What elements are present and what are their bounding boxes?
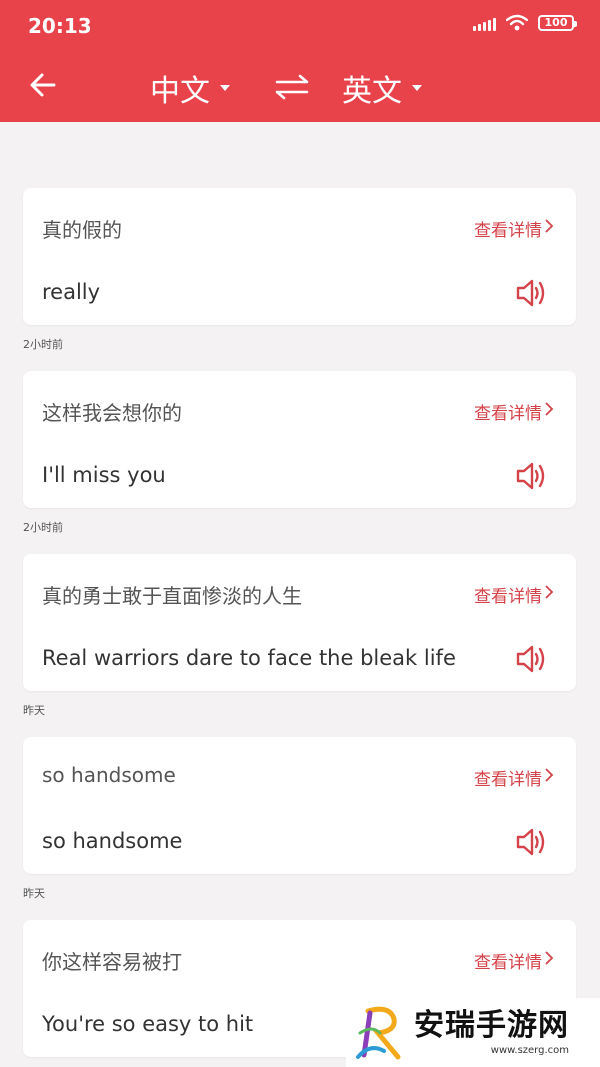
watermark: 安瑞手游网 www.szerg.com	[346, 998, 600, 1067]
translation-text: really	[42, 280, 101, 304]
chevron-right-icon[interactable]	[544, 218, 554, 234]
translation-text: so handsome	[42, 829, 183, 853]
history-card[interactable]: so handsome 查看详情 so handsome	[23, 737, 576, 874]
history-time: 昨天	[23, 704, 45, 717]
history-time: 2小时前	[23, 338, 63, 351]
source-text: 你这样容易被打	[42, 950, 182, 974]
status-icons: 100	[473, 14, 577, 32]
view-details-link[interactable]: 查看详情	[474, 765, 542, 790]
watermark-title: 安瑞手游网	[414, 1008, 569, 1043]
history-time: 昨天	[23, 887, 45, 900]
chevron-right-icon[interactable]	[544, 584, 554, 600]
target-language-select[interactable]: 英文	[342, 66, 422, 110]
history-card[interactable]: 真的勇士敢于直面惨淡的人生 查看详情 Real warriors dare to…	[23, 554, 576, 691]
back-arrow-icon[interactable]	[26, 68, 60, 102]
translation-text: You're so easy to hit	[42, 1012, 254, 1036]
view-details-link[interactable]: 查看详情	[474, 216, 542, 241]
view-details-link[interactable]: 查看详情	[474, 948, 542, 973]
app-header: 20:13 100 中文 英文	[0, 0, 600, 122]
watermark-url: www.szerg.com	[490, 1045, 569, 1056]
view-details-link[interactable]: 查看详情	[474, 399, 542, 424]
view-details-link[interactable]: 查看详情	[474, 582, 542, 607]
speaker-icon[interactable]	[515, 461, 547, 491]
watermark-text: 安瑞手游网 www.szerg.com	[414, 1008, 569, 1057]
source-language-label: 中文	[150, 74, 210, 109]
caret-down-icon	[412, 85, 422, 91]
history-time: 2小时前	[23, 521, 63, 534]
source-language-select[interactable]: 中文	[150, 66, 230, 110]
target-language-label: 英文	[342, 74, 402, 109]
history-card[interactable]: 真的假的 查看详情 really	[23, 188, 576, 325]
wifi-icon	[506, 14, 528, 31]
source-text: 真的勇士敢于直面惨淡的人生	[42, 584, 302, 608]
caret-down-icon	[220, 85, 230, 91]
battery-icon: 100	[538, 15, 577, 31]
translation-text: I'll miss you	[42, 463, 166, 487]
signal-icon	[473, 15, 496, 31]
speaker-icon[interactable]	[515, 644, 547, 674]
translation-text: Real warriors dare to face the bleak lif…	[42, 646, 456, 670]
chevron-right-icon[interactable]	[544, 767, 554, 783]
speaker-icon[interactable]	[515, 827, 547, 857]
status-time: 20:13	[28, 14, 92, 38]
source-text: 这样我会想你的	[42, 401, 182, 425]
watermark-logo	[356, 1006, 401, 1059]
nav-bar: 中文 英文	[0, 52, 600, 122]
chevron-right-icon[interactable]	[544, 401, 554, 417]
swap-languages-icon[interactable]	[274, 72, 310, 102]
speaker-icon[interactable]	[515, 278, 547, 308]
status-bar: 20:13 100	[0, 0, 600, 52]
chevron-right-icon[interactable]	[544, 950, 554, 966]
source-text: 真的假的	[42, 218, 122, 242]
source-text: so handsome	[42, 763, 176, 787]
history-card[interactable]: 这样我会想你的 查看详情 I'll miss you	[23, 371, 576, 508]
